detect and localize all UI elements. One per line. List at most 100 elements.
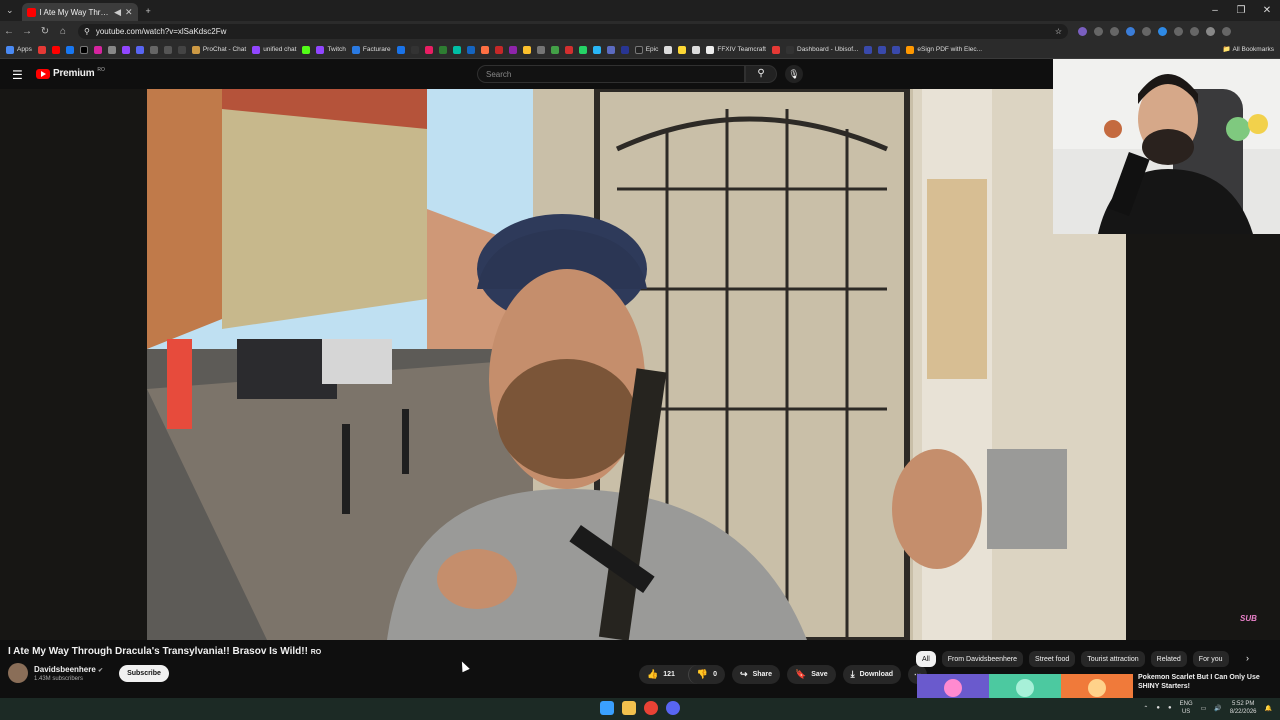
windows-start-icon[interactable]	[600, 701, 614, 715]
tab-list-icon[interactable]: ⌄	[6, 5, 14, 16]
recommendation-title[interactable]: Pokemon Scarlet But I Can Only Use SHINY…	[1138, 673, 1278, 691]
chip-tourist-attraction[interactable]: Tourist attraction	[1081, 651, 1145, 667]
reload-icon[interactable]: ↻	[36, 26, 54, 37]
bookmark-icon-only[interactable]	[149, 45, 158, 54]
hamburger-menu-icon[interactable]: ☰	[12, 68, 23, 82]
bookmark-icon-only[interactable]	[592, 45, 601, 54]
bookmark-icon-only[interactable]	[396, 45, 405, 54]
search-button[interactable]: ⚲	[745, 65, 777, 83]
save-button[interactable]: 🔖 Save	[787, 665, 836, 684]
bookmark-icon-only[interactable]	[121, 45, 130, 54]
forward-icon[interactable]: →	[18, 26, 36, 37]
bookmark-icon-only[interactable]	[508, 45, 517, 54]
site-info-icon[interactable]: ⚲	[84, 27, 90, 36]
bookmark-icon-only[interactable]	[302, 45, 311, 54]
back-icon[interactable]: ←	[0, 26, 18, 37]
bookmark-esign[interactable]: eSign PDF with Elec...	[906, 45, 982, 54]
bookmark-icon-only[interactable]	[664, 45, 673, 54]
omnibox[interactable]: ⚲ youtube.com/watch?v=xlSaKdsc2Fw ☆	[78, 23, 1068, 39]
bookmark-twitch[interactable]: Twitch	[316, 45, 346, 54]
volume-icon[interactable]: 🔊	[1214, 705, 1221, 712]
bookmark-icon-only[interactable]	[438, 45, 447, 54]
bookmark-ffxiv-teamcraft[interactable]: FFXIV Teamcraft	[706, 45, 766, 54]
bookmark-icon-only[interactable]	[564, 45, 573, 54]
bookmark-icon-only[interactable]	[93, 45, 102, 54]
audio-icon[interactable]: ◀	[114, 7, 121, 18]
chrome-icon[interactable]	[644, 701, 658, 715]
bookmark-icon-only[interactable]	[51, 45, 60, 54]
bookmark-ubisoft[interactable]: Dashboard - Ubisof...	[786, 45, 858, 54]
chip-for-you[interactable]: For you	[1192, 651, 1229, 667]
chip-related[interactable]: Related	[1150, 651, 1187, 667]
clock[interactable]: 5:52 PM 8/22/2026	[1230, 700, 1257, 716]
bookmark-icon-only[interactable]	[65, 45, 74, 54]
chip-all[interactable]: All	[916, 651, 936, 667]
channel-name[interactable]: Davidsbeenhere ✔	[34, 665, 103, 674]
close-window-icon[interactable]: ✕	[1254, 5, 1280, 16]
chevron-right-icon[interactable]: ›	[1246, 653, 1249, 663]
dislike-button[interactable]: 👎 0	[687, 665, 725, 684]
file-explorer-icon[interactable]	[622, 701, 636, 715]
bookmark-icon-only[interactable]	[424, 45, 433, 54]
download-button[interactable]: ⤓ Download	[842, 665, 902, 684]
search-input[interactable]: Search	[477, 65, 745, 83]
tray-chevron-icon[interactable]: ⌃	[1143, 705, 1148, 712]
bookmark-icon-only[interactable]	[606, 45, 615, 54]
extension-icon[interactable]	[1094, 26, 1103, 36]
extension-icon[interactable]	[1110, 26, 1119, 36]
bookmark-icon-only[interactable]	[177, 45, 186, 54]
notifications-icon[interactable]: 🔔	[1265, 705, 1272, 712]
bookmark-icon-only[interactable]	[550, 45, 559, 54]
subscribe-button[interactable]: Subscribe	[119, 664, 169, 682]
close-tab-icon[interactable]: ✕	[125, 7, 133, 18]
maximize-icon[interactable]: ❐	[1228, 5, 1254, 16]
channel-avatar[interactable]	[8, 663, 28, 683]
profile-icon[interactable]	[1206, 26, 1215, 36]
home-icon[interactable]: ⌂	[54, 26, 72, 37]
bookmark-icon-only[interactable]	[864, 45, 873, 54]
like-button[interactable]: 👍 121	[639, 665, 683, 684]
extension-icon[interactable]	[1126, 26, 1135, 36]
url-text[interactable]: youtube.com/watch?v=xlSaKdsc2Fw	[96, 27, 227, 36]
bookmark-unified-chat[interactable]: unified chat	[252, 45, 296, 54]
bookmark-icon-only[interactable]	[135, 45, 144, 54]
bookmark-icon-only[interactable]	[79, 45, 88, 54]
bookmark-icon-only[interactable]	[107, 45, 116, 54]
bookmark-icon-only[interactable]	[678, 45, 687, 54]
chip-from-channel[interactable]: From Davidsbeenhere	[941, 651, 1024, 667]
discord-icon[interactable]	[666, 701, 680, 715]
bookmark-icon-only[interactable]	[410, 45, 419, 54]
bookmark-icon-only[interactable]	[772, 45, 780, 54]
bookmark-icon-only[interactable]	[452, 45, 461, 54]
network-icon[interactable]: ▭	[1201, 705, 1207, 712]
bookmark-icon-only[interactable]	[536, 45, 545, 54]
youtube-logo[interactable]: Premium RO	[36, 67, 105, 79]
bookmark-facturare[interactable]: Facturare	[351, 45, 391, 54]
bookmark-star-icon[interactable]: ☆	[1055, 27, 1062, 36]
tray-app-icon[interactable]: ●	[1168, 705, 1172, 711]
bookmark-icon-only[interactable]	[466, 45, 475, 54]
minimize-icon[interactable]: –	[1202, 5, 1228, 16]
video-frame[interactable]	[147, 89, 1126, 640]
voice-search-button[interactable]: 🎙	[785, 65, 803, 83]
bookmark-icon-only[interactable]	[480, 45, 489, 54]
bookmark-icon-only[interactable]	[522, 45, 531, 54]
extension-icon[interactable]	[1142, 26, 1151, 36]
all-bookmarks[interactable]: 📁 All Bookmarks	[1223, 45, 1274, 53]
menu-icon[interactable]	[1222, 26, 1231, 36]
recommendation-thumbnail[interactable]	[917, 674, 1133, 698]
chip-street-food[interactable]: Street food	[1029, 651, 1076, 667]
extension-icon[interactable]	[1078, 26, 1087, 36]
bookmark-epic[interactable]: Epic	[634, 45, 658, 54]
bookmark-icon-only[interactable]	[692, 45, 701, 54]
bookmark-icon-only[interactable]	[620, 45, 629, 54]
new-tab-icon[interactable]: +	[146, 6, 151, 16]
share-button[interactable]: ↪ Share	[732, 665, 781, 684]
tray-app-icon[interactable]: ●	[1156, 705, 1160, 711]
bookmark-icon-only[interactable]	[494, 45, 503, 54]
extensions-puzzle-icon[interactable]	[1190, 26, 1199, 36]
bookmark-icon-only[interactable]	[578, 45, 587, 54]
bookmark-apps[interactable]: Apps	[6, 45, 32, 54]
bookmark-icon-only[interactable]	[37, 45, 46, 54]
bookmark-icon-only[interactable]	[892, 45, 901, 54]
